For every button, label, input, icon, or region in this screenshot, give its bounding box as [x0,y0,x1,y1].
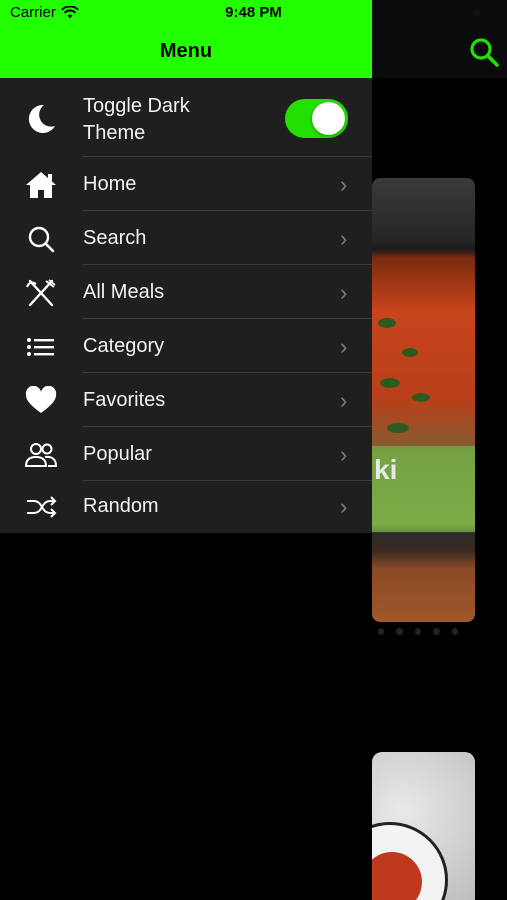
menu-item-label: Home [83,173,137,195]
divider [83,318,372,319]
divider [83,264,372,265]
status-time: 9:48 PM [225,4,282,21]
menu-item-label: Search [83,227,147,249]
battery-icon [474,9,481,16]
page-dots [378,628,459,636]
toggle-dark-theme-label: Toggle Dark Theme [83,95,190,144]
menu-item-label: Favorites [83,389,166,411]
chevron-right-icon: › [340,442,348,467]
chevron-right-icon: › [340,388,348,413]
menu-item-label: Random [83,495,159,517]
heart-icon [25,386,57,413]
switch-knob [312,102,345,135]
menu-item-popular[interactable]: Popular › [0,428,372,481]
moon-icon [28,104,55,133]
menu-item-label: All Meals [83,281,165,303]
dark-theme-switch[interactable] [285,99,348,138]
divider [83,426,372,427]
menu-item-category[interactable]: Category › [0,320,372,373]
shuffle-icon [27,496,57,518]
chevron-right-icon: › [340,280,348,305]
divider [83,156,372,157]
divider [83,372,372,373]
chevron-right-icon: › [340,172,348,197]
menu-title: Menu [159,40,213,62]
menu-item-home[interactable]: Home › [0,158,372,211]
home-icon [26,172,56,198]
fork-knife-icon [26,279,56,307]
menu-item-label: Popular [83,443,152,465]
chevron-right-icon: › [340,226,348,251]
menu-item-label: Category [83,335,165,357]
toggle-dark-theme-row: Toggle Dark Theme [0,80,372,157]
search-icon [28,226,55,253]
menu-item-favorites[interactable]: Favorites › [0,374,372,427]
list-icon [27,338,54,356]
menu-item-search[interactable]: Search › [0,212,372,265]
chevron-right-icon: › [340,334,348,359]
menu-item-all-meals[interactable]: All Meals › [0,266,372,319]
search-icon[interactable] [468,36,500,68]
people-icon [24,443,58,467]
meal-card-title: ki [374,454,398,485]
meal-card[interactable]: ki [372,178,475,622]
side-menu-drawer: Carrier Menu Toggle Dark Theme Home › Se… [0,0,372,533]
divider [83,210,372,211]
chevron-right-icon: › [340,494,348,519]
menu-item-random[interactable]: Random › [0,480,372,533]
meal-card[interactable] [372,752,475,900]
